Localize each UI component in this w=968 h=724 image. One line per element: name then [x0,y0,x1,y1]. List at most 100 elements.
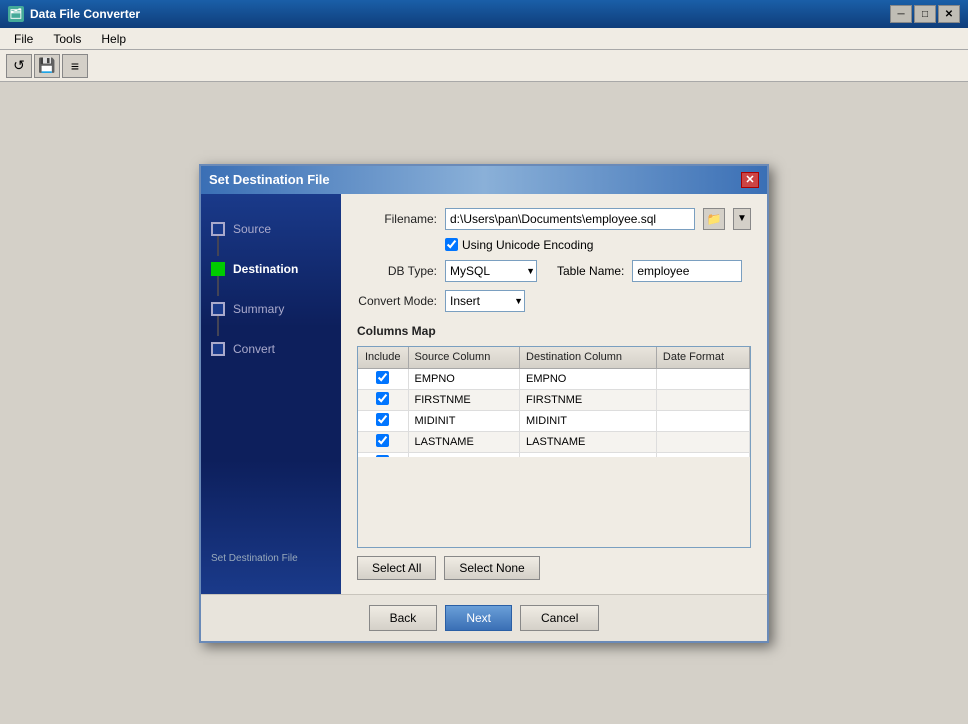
step-indicator-convert [211,342,225,356]
row-source-2: MIDINIT [408,411,520,432]
row-source-1: FIRSTNME [408,390,520,411]
include-checkbox-1[interactable] [376,392,389,405]
wizard-step-source[interactable]: Source [201,214,341,244]
wizard-sidebar: Source Destination Summary [201,194,341,594]
wizard-step-summary[interactable]: Summary [201,294,341,324]
row-date-4 [656,453,749,457]
convertmode-select-wrapper: Insert Update Replace ▼ [445,290,525,312]
window-controls: ─ □ ✕ [890,5,960,23]
browse-button[interactable]: 📁 [703,208,725,230]
select-none-button[interactable]: Select None [444,556,539,580]
dialog-title-bar: Set Destination File ✕ [201,166,767,194]
toolbar: ↺ 💾 ≡ [0,50,968,82]
dialog-set-destination: Set Destination File ✕ Source Destinatio… [199,164,769,643]
filename-row: Filename: 📁 ▼ [357,208,751,230]
col-header-date: Date Format [656,347,749,369]
columns-table-scroll[interactable]: Include Source Column Destination Column… [358,347,750,457]
row-date-2 [656,411,749,432]
unicode-row: Using Unicode Encoding [445,238,751,252]
wizard-step-destination[interactable]: Destination [201,254,341,284]
columns-map-header: Columns Map [357,324,751,338]
filename-dropdown-btn[interactable]: ▼ [733,208,751,230]
convertmode-select[interactable]: Insert Update Replace [445,290,525,312]
row-include-3 [358,432,408,453]
columns-table-wrapper: Include Source Column Destination Column… [357,346,751,548]
current-step-label: Set Destination File [201,543,341,574]
step-indicator-summary [211,302,225,316]
include-checkbox-4[interactable] [376,455,389,457]
next-button[interactable]: Next [445,605,512,631]
step-label-convert: Convert [233,342,275,356]
table-row: EMPNO EMPNO [358,369,750,390]
step-label-summary: Summary [233,302,284,316]
dialog-footer: Back Next Cancel [201,594,767,641]
filename-label: Filename: [357,212,437,226]
row-date-1 [656,390,749,411]
table-row: LASTNAME LASTNAME [358,432,750,453]
convertmode-row: Convert Mode: Insert Update Replace ▼ [357,290,751,312]
app-icon: 🗂 [8,6,24,22]
include-checkbox-0[interactable] [376,371,389,384]
step-label-destination: Destination [233,262,298,276]
table-row: WORKDEPT WORKDEPT [358,453,750,457]
include-checkbox-3[interactable] [376,434,389,447]
table-row: MIDINIT MIDINIT [358,411,750,432]
table-row: FIRSTNME FIRSTNME [358,390,750,411]
tablename-input[interactable] [632,260,742,282]
row-source-3: LASTNAME [408,432,520,453]
row-source-0: EMPNO [408,369,520,390]
cancel-button[interactable]: Cancel [520,605,599,631]
row-dest-1: FIRSTNME [520,390,657,411]
row-include-2 [358,411,408,432]
select-all-button[interactable]: Select All [357,556,436,580]
main-area: Set Destination File ✕ Source Destinatio… [0,82,968,724]
row-source-4: WORKDEPT [408,453,520,457]
col-header-source: Source Column [408,347,520,369]
dbtype-select[interactable]: MySQL PostgreSQL SQLite MS SQL Oracle [445,260,537,282]
row-include-0 [358,369,408,390]
row-date-0 [656,369,749,390]
filename-input[interactable] [445,208,695,230]
maximize-button[interactable]: □ [914,5,936,23]
include-checkbox-2[interactable] [376,413,389,426]
columns-table: Include Source Column Destination Column… [358,347,750,457]
menu-help[interactable]: Help [91,30,136,48]
step-line-source [217,236,219,256]
menu-file[interactable]: File [4,30,43,48]
close-button[interactable]: ✕ [938,5,960,23]
row-dest-4: WORKDEPT [520,453,657,457]
row-dest-0: EMPNO [520,369,657,390]
row-date-3 [656,432,749,453]
dbtype-select-wrapper: MySQL PostgreSQL SQLite MS SQL Oracle ▼ [445,260,537,282]
unicode-checkbox[interactable] [445,238,458,251]
dbtype-tablename-row: DB Type: MySQL PostgreSQL SQLite MS SQL … [357,260,751,282]
unicode-checkbox-label[interactable]: Using Unicode Encoding [445,238,593,252]
col-header-include: Include [358,347,408,369]
dialog-title: Set Destination File [209,172,741,187]
col-header-dest: Destination Column [520,347,657,369]
convertmode-label: Convert Mode: [357,294,437,308]
row-include-4 [358,453,408,457]
row-dest-3: LASTNAME [520,432,657,453]
wizard-content: Filename: 📁 ▼ Using Unicode Encoding DB … [341,194,767,594]
step-indicator-source [211,222,225,236]
wizard-step-convert[interactable]: Convert [201,334,341,364]
back-button[interactable]: Back [369,605,438,631]
toolbar-menu[interactable]: ≡ [62,54,88,78]
title-bar: 🗂 Data File Converter ─ □ ✕ [0,0,968,28]
minimize-button[interactable]: ─ [890,5,912,23]
toolbar-save[interactable]: 💾 [34,54,60,78]
step-line-destination [217,276,219,296]
dialog-close-button[interactable]: ✕ [741,172,759,188]
step-label-source: Source [233,222,271,236]
dialog-body: Source Destination Summary [201,194,767,594]
step-line-summary [217,316,219,336]
toolbar-refresh[interactable]: ↺ [6,54,32,78]
unicode-label-text: Using Unicode Encoding [462,238,593,252]
dbtype-label: DB Type: [357,264,437,278]
select-buttons-row: Select All Select None [357,556,751,580]
menu-tools[interactable]: Tools [43,30,91,48]
row-include-1 [358,390,408,411]
menu-bar: File Tools Help [0,28,968,50]
tablename-label: Table Name: [557,264,624,278]
